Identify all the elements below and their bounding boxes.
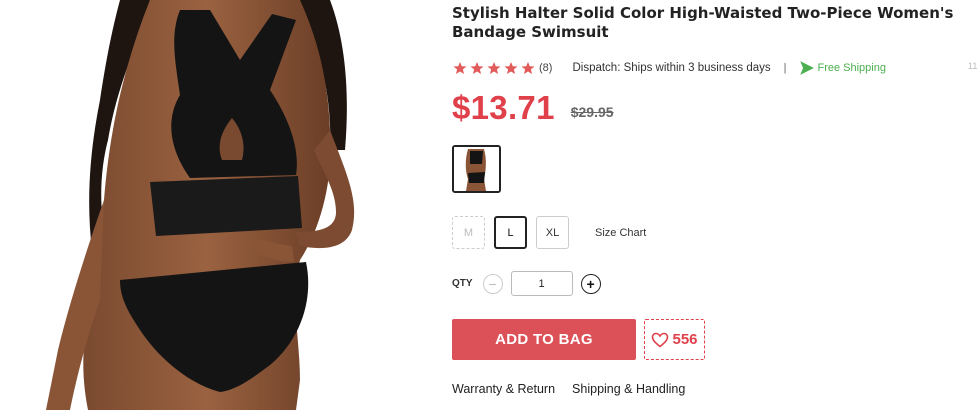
price-row: $13.71 $29.95 [452, 90, 614, 126]
purchase-actions: ADD TO BAG 556 [452, 319, 705, 360]
size-selector: M L XL Size Chart [452, 216, 646, 249]
decrement-button[interactable]: − [482, 273, 503, 294]
qty-label: QTY [452, 278, 473, 289]
info-links: Warranty & Return Shipping & Handling [452, 382, 702, 396]
star-icon [469, 61, 486, 75]
product-meta: (8) Dispatch: Ships within 3 business da… [452, 60, 886, 76]
shipping-handling-link[interactable]: Shipping & Handling [572, 382, 685, 396]
product-title: Stylish Halter Solid Color High-Waisted … [452, 4, 954, 41]
warranty-return-link[interactable]: Warranty & Return [452, 382, 555, 396]
current-price: $13.71 [452, 89, 555, 126]
wishlist-button[interactable]: 556 [644, 319, 705, 360]
size-chart-link[interactable]: Size Chart [595, 227, 646, 239]
original-price: $29.95 [570, 104, 614, 120]
trailing-text: 11 [968, 61, 978, 71]
color-swatch-thumbnail[interactable] [452, 145, 501, 193]
star-icon [503, 61, 520, 75]
product-image [0, 0, 420, 410]
heart-icon [651, 332, 669, 348]
add-to-bag-button[interactable]: ADD TO BAG [452, 319, 636, 360]
size-option-xl[interactable]: XL [536, 216, 569, 249]
star-icon [486, 61, 503, 75]
increment-button[interactable]: + [580, 273, 601, 294]
product-info: Stylish Halter Solid Color High-Waisted … [452, 0, 980, 410]
meta-separator: | [783, 62, 787, 74]
star-icon [452, 61, 469, 75]
wishlist-count: 556 [672, 331, 698, 348]
size-option-l[interactable]: L [494, 216, 527, 249]
review-count-link[interactable]: (8) [539, 62, 552, 74]
rating-stars[interactable]: (8) [452, 61, 552, 75]
size-option-m[interactable]: M [452, 216, 485, 249]
quantity-input[interactable] [510, 271, 573, 296]
star-icon [520, 61, 537, 75]
quantity-stepper: QTY − + [452, 271, 601, 296]
free-shipping-label: Free Shipping [817, 62, 886, 74]
plane-icon [800, 61, 815, 75]
dispatch-info: Dispatch: Ships within 3 business days [572, 62, 771, 74]
